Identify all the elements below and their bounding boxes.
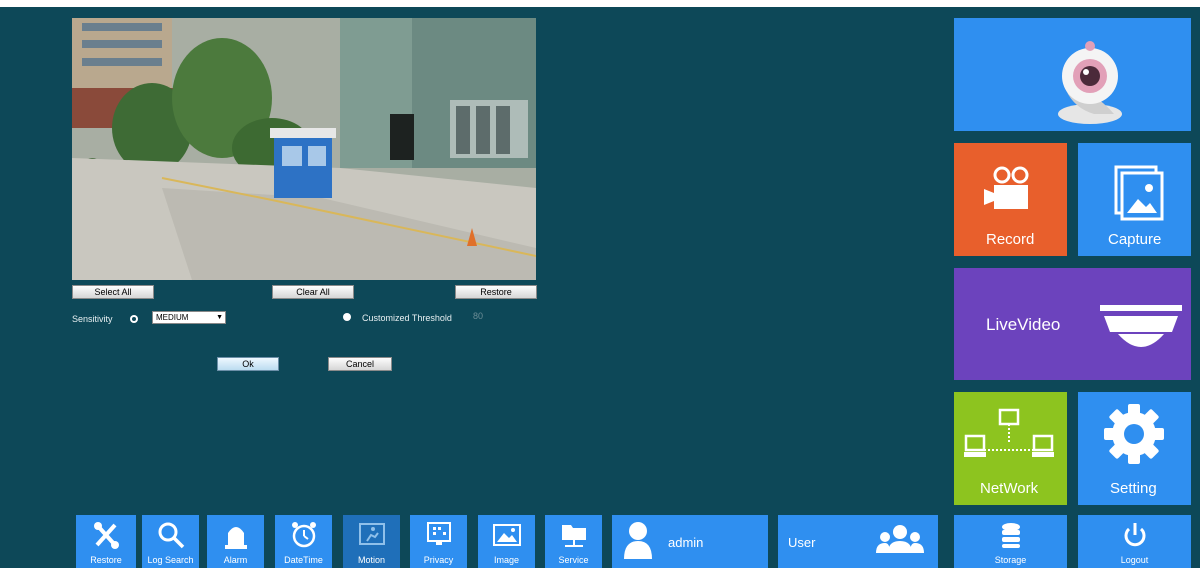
toolbar-log-search[interactable]: Log Search bbox=[142, 515, 199, 568]
restore-button[interactable]: Restore bbox=[455, 285, 537, 299]
webcam-tile[interactable] bbox=[954, 18, 1191, 131]
user-icon bbox=[624, 522, 652, 559]
webcam-icon bbox=[1058, 41, 1122, 124]
camera-scene bbox=[72, 18, 536, 280]
capture-label: Capture bbox=[1108, 231, 1162, 248]
record-tile[interactable]: Record bbox=[954, 143, 1067, 256]
admin-username: admin bbox=[668, 535, 704, 550]
folder-network-icon bbox=[561, 525, 586, 547]
toolbar-alarm-label: Alarm bbox=[223, 555, 248, 565]
sensitivity-preset-radio[interactable] bbox=[130, 315, 138, 323]
threshold-value: 80 bbox=[473, 311, 484, 321]
customized-threshold-label: Customized Threshold bbox=[362, 313, 452, 323]
storage-tile[interactable]: Storage bbox=[954, 515, 1067, 568]
tools-icon bbox=[94, 522, 119, 549]
motion-icon bbox=[358, 523, 385, 545]
toolbar-image[interactable]: Image bbox=[478, 515, 535, 568]
logout-label: Logout bbox=[1120, 555, 1149, 565]
power-icon bbox=[1124, 523, 1145, 547]
bottom-border bbox=[0, 568, 1200, 574]
toolbar-service-label: Service bbox=[558, 555, 589, 565]
top-border bbox=[0, 0, 1200, 7]
toolbar-admin-user[interactable]: admin bbox=[612, 515, 768, 568]
user-group-icon bbox=[876, 525, 924, 553]
storage-label: Storage bbox=[994, 555, 1027, 565]
alarm-light-icon bbox=[224, 527, 247, 549]
customized-threshold-radio[interactable] bbox=[343, 313, 351, 321]
clock-icon bbox=[291, 522, 316, 548]
clear-all-button[interactable]: Clear All bbox=[272, 285, 354, 299]
toolbar-image-label: Image bbox=[493, 555, 519, 565]
toolbar-datetime[interactable]: DateTime bbox=[275, 515, 332, 568]
network-tile[interactable]: NetWork bbox=[954, 392, 1067, 505]
chevron-down-icon: ▼ bbox=[216, 314, 223, 321]
camera-preview[interactable] bbox=[72, 18, 536, 280]
toolbar-alarm[interactable]: Alarm bbox=[207, 515, 264, 568]
toolbar-datetime-label: DateTime bbox=[284, 555, 323, 565]
setting-label: Setting bbox=[1110, 480, 1157, 497]
sensitivity-select[interactable]: MEDIUM ▼ bbox=[152, 311, 226, 324]
setting-tile[interactable]: Setting bbox=[1078, 392, 1191, 505]
picture-icon bbox=[492, 524, 521, 546]
toolbar-service[interactable]: Service bbox=[545, 515, 602, 568]
sensitivity-select-value: MEDIUM bbox=[156, 313, 189, 322]
toolbar-privacy-label: Privacy bbox=[423, 555, 454, 565]
privacy-grid-icon bbox=[426, 522, 451, 545]
toolbar-privacy[interactable]: Privacy bbox=[410, 515, 467, 568]
network-label: NetWork bbox=[980, 480, 1039, 497]
toolbar-motion-label: Motion bbox=[357, 555, 385, 565]
toolbar-motion[interactable]: Motion bbox=[343, 515, 400, 568]
toolbar-user-management[interactable]: User bbox=[778, 515, 938, 568]
livevideo-tile[interactable]: LiveVideo bbox=[954, 268, 1191, 380]
logout-tile[interactable]: Logout bbox=[1078, 515, 1191, 568]
select-all-button[interactable]: Select All bbox=[72, 285, 154, 299]
search-icon bbox=[158, 522, 184, 549]
ok-button[interactable]: Ok bbox=[217, 357, 279, 371]
dome-camera-icon bbox=[1100, 305, 1182, 347]
toolbar-restore-label: Restore bbox=[90, 555, 122, 565]
toolbar-log-search-label: Log Search bbox=[147, 555, 194, 565]
cancel-button[interactable]: Cancel bbox=[328, 357, 392, 371]
toolbar-restore[interactable]: Restore bbox=[76, 515, 136, 568]
sensitivity-label: Sensitivity bbox=[72, 314, 113, 324]
user-label: User bbox=[788, 535, 816, 550]
capture-tile[interactable]: Capture bbox=[1078, 143, 1191, 256]
database-icon bbox=[1001, 523, 1020, 548]
record-label: Record bbox=[986, 231, 1035, 248]
